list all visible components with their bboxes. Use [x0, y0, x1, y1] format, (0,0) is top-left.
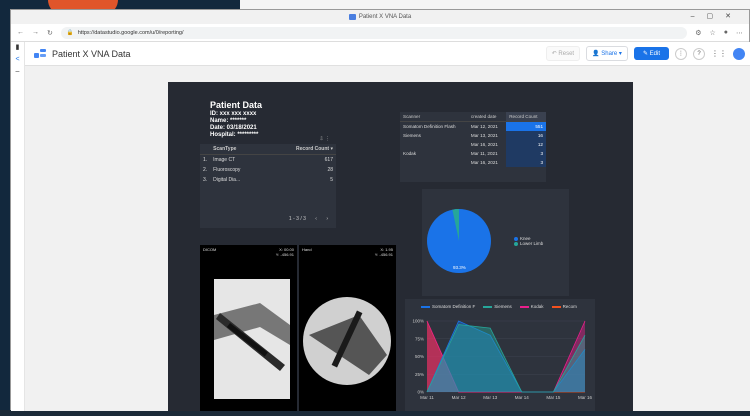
column-header-scantype[interactable]: ScanType: [210, 144, 266, 155]
y-tick-label: 25%: [415, 372, 424, 377]
y-tick-label: 0%: [417, 390, 424, 395]
apps-grid-icon[interactable]: ⋮⋮: [711, 49, 727, 58]
area-chart-legend: Somatom Definition F Siemens Kodak Recom: [421, 304, 577, 309]
scanner-table: Scanner created date Record Count Somato…: [400, 112, 546, 167]
browser-window: Patient X VNA Data –▢✕ ← → ↻ 🔒 https://d…: [10, 9, 750, 411]
patient-id: ID: xxx xxx xxxx: [210, 111, 257, 117]
reload-icon[interactable]: ↻: [47, 29, 53, 37]
scan-type-table: ScanType Record Count ▾ 1. Image CT 617 2.…: [200, 144, 336, 185]
patient-name: Name: *******: [210, 118, 247, 124]
reset-button[interactable]: ↶ Reset: [545, 46, 581, 61]
next-page-icon[interactable]: ›: [326, 216, 328, 222]
column-header-record-count[interactable]: Record Count: [506, 112, 546, 122]
table-row[interactable]: Somatom Definition Flash Mar 12, 2021 551: [400, 121, 546, 131]
url-field[interactable]: 🔒 https://datastudio.google.com/u/0/repo…: [60, 26, 688, 39]
table-pager: 1 - 3 / 3 ‹ ›: [288, 216, 328, 222]
x-tick-label: Mar 16: [578, 395, 593, 400]
tab-favicon-icon: [348, 14, 356, 20]
share-nodes-icon[interactable]: <: [11, 54, 24, 66]
window-controls[interactable]: –▢✕: [691, 12, 743, 20]
pie-chart[interactable]: 93.3%: [422, 189, 569, 296]
area-chart[interactable]: 0% 25% 50% 75% 100% Mar 11 Mar 12 Mar 13 Mar 14 M…: [405, 299, 595, 411]
profile-icon[interactable]: ●: [724, 29, 728, 36]
legend-item-lower-limb[interactable]: Lower Limb: [514, 241, 543, 246]
x-tick-label: Mar 12: [452, 395, 467, 400]
more-options-icon[interactable]: ⋮: [675, 47, 687, 60]
extension-icon[interactable]: ⚙: [695, 29, 701, 37]
table-row[interactable]: 3. Digital Dia... 5: [200, 175, 336, 185]
bookmark-star-icon[interactable]: ☆: [709, 29, 715, 37]
pie-percent-label: 93.3%: [453, 265, 466, 270]
share-button[interactable]: 👤 Share ▾: [586, 46, 628, 61]
lock-icon: 🔒: [66, 29, 74, 36]
window-title: Patient X VNA Data: [358, 14, 412, 20]
y-tick-label: 75%: [415, 336, 424, 341]
column-header-scanner[interactable]: Scanner: [400, 112, 468, 122]
forward-icon[interactable]: →: [32, 29, 39, 36]
table-row[interactable]: Mar 16, 2021 3: [400, 158, 546, 167]
page-icon[interactable]: ▮: [11, 42, 24, 54]
prev-page-icon[interactable]: ‹: [315, 216, 317, 222]
x-tick-label: Mar 13: [483, 395, 498, 400]
area-chart-card: Somatom Definition F Siemens Kodak Recom…: [405, 299, 595, 411]
legend-item-recom[interactable]: Recom: [551, 304, 577, 309]
address-bar: ← → ↻ 🔒 https://datastudio.google.com/u/…: [11, 24, 749, 42]
pie-chart-card: 93.3% Knee Lower Limb: [422, 189, 569, 296]
legend-item-kodak[interactable]: Kodak: [519, 304, 544, 309]
area-series-1[interactable]: [427, 324, 585, 392]
xray-image-left[interactable]: DICOM X: 00.00 Y: -456.91: [200, 245, 297, 411]
patient-date: Date: 03/18/2021: [210, 125, 257, 131]
scan-type-table-card: ⇩ ⋮ ScanType Record Count ▾ 1. Image CT 61…: [200, 136, 336, 228]
pie-legend: Knee Lower Limb: [514, 236, 543, 246]
edit-button[interactable]: ✎ Edit: [633, 47, 669, 60]
patient-heading: Patient Data: [210, 100, 263, 110]
table-row[interactable]: 1. Image CT 617: [200, 155, 336, 166]
table-row[interactable]: 2. Fluoroscopy 28: [200, 165, 336, 175]
report-header: Patient X VNA Data ↶ Reset 👤 Share ▾ ✎ E…: [25, 42, 750, 66]
patient-data-block: Patient Data ID: xxx xxx xxxx Name: ****…: [210, 100, 262, 139]
column-header-record-count[interactable]: Record Count ▾: [265, 144, 336, 155]
url-text: https://datastudio.google.com/u/0/report…: [77, 29, 184, 36]
left-rail: ▮ < –: [11, 42, 25, 411]
table-toolbar-icons[interactable]: ⇩ ⋮: [319, 136, 330, 142]
legend-item-siemens[interactable]: Siemens: [483, 304, 512, 309]
scanner-table-card: Scanner created date Record Count Somato…: [400, 112, 546, 182]
help-icon[interactable]: ?: [693, 47, 705, 60]
column-header-created-date[interactable]: created date: [467, 112, 507, 122]
y-tick-label: 100%: [412, 319, 424, 324]
legend-item-somatom[interactable]: Somatom Definition F: [421, 304, 475, 309]
title-bar: Patient X VNA Data –▢✕: [11, 10, 749, 24]
account-avatar[interactable]: [733, 47, 745, 60]
patient-hospital: Hospital: *********: [210, 132, 259, 138]
report-title[interactable]: Patient X VNA Data: [52, 49, 131, 59]
x-tick-label: Mar 11: [420, 395, 434, 400]
x-tick-label: Mar 15: [546, 395, 561, 400]
table-row[interactable]: Kodak Mar 11, 2021 3: [400, 149, 546, 158]
y-tick-label: 50%: [415, 354, 424, 359]
table-row[interactable]: Mar 16, 2021 12: [400, 140, 546, 149]
back-icon[interactable]: ←: [17, 29, 24, 36]
browser-menu-icon[interactable]: ⋯: [736, 29, 743, 37]
data-studio-logo-icon: [34, 48, 46, 60]
report-page: Patient Data ID: xxx xxx xxxx Name: ****…: [168, 82, 633, 411]
x-tick-label: Mar 14: [515, 395, 530, 400]
table-row[interactable]: Siemens Mar 13, 2021 16: [400, 131, 546, 140]
report-canvas: Patient Data ID: xxx xxx xxxx Name: ****…: [25, 66, 750, 411]
xray-image-right[interactable]: Hand X: 1.95 Y: -456.91: [299, 245, 396, 411]
minus-icon[interactable]: –: [11, 66, 24, 78]
